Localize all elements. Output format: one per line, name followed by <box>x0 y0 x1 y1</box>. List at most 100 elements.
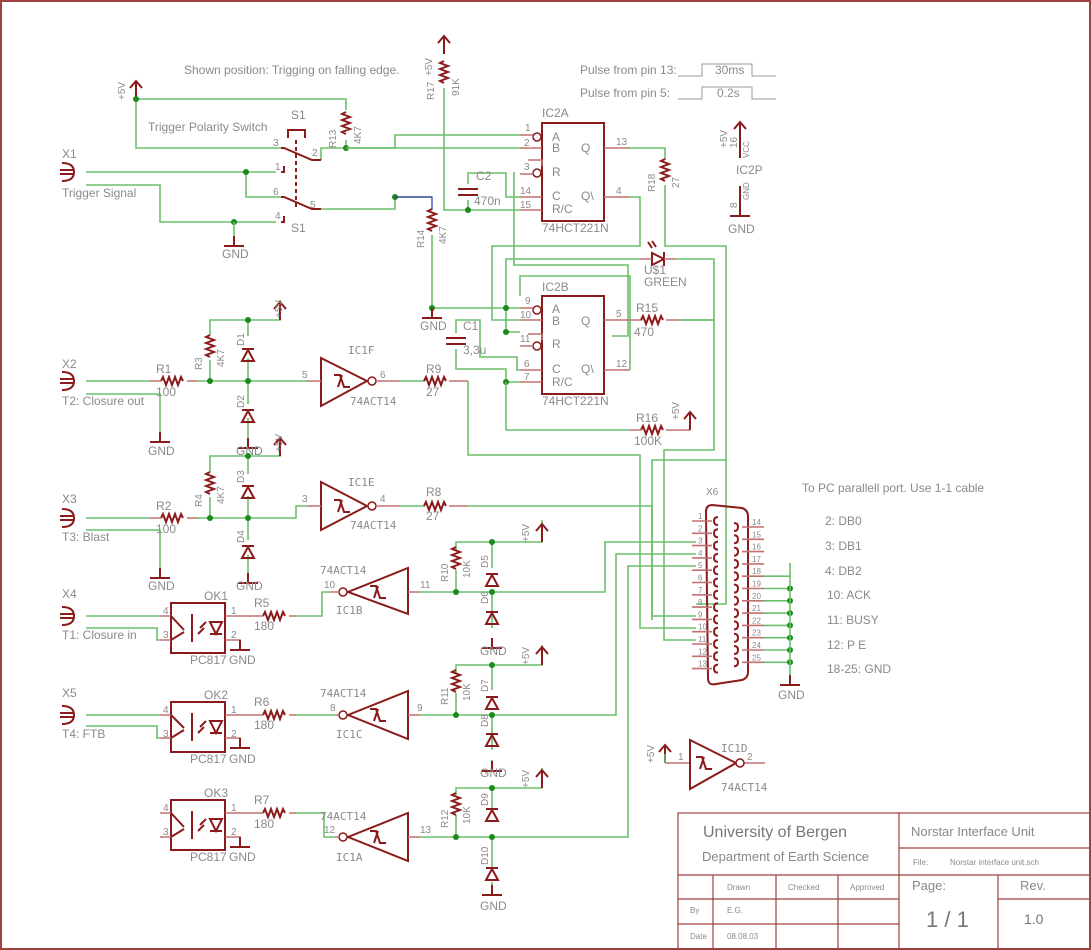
vcc-arrow-icon <box>535 769 549 789</box>
svg-text:10K: 10K <box>462 806 473 824</box>
svg-text:Page:: Page: <box>912 878 946 893</box>
svg-text:GND: GND <box>222 247 249 261</box>
svg-text:3,3u: 3,3u <box>463 343 486 357</box>
db25-pin: 6 <box>692 574 719 588</box>
db25-pin: 19 <box>733 580 793 594</box>
db25-pin-number: 5 <box>698 561 703 570</box>
svg-text:T1: Closure in: T1: Closure in <box>62 628 137 642</box>
svg-text:470n: 470n <box>474 194 501 208</box>
svg-text:1: 1 <box>231 606 237 617</box>
resistor-r12 <box>451 792 461 816</box>
resistor-r4 <box>205 471 215 495</box>
db25-pin-number: 16 <box>752 543 761 552</box>
inverter-ic1d: +5V 1 2 IC1D 74ACT14 <box>646 738 768 794</box>
svg-text:6: 6 <box>273 187 279 198</box>
svg-text:100: 100 <box>156 522 176 536</box>
db25-pin-number: 20 <box>752 592 761 601</box>
svg-text:12: 12 <box>324 825 336 836</box>
svg-text:1: 1 <box>275 162 281 173</box>
db25-pin: 7 <box>692 586 719 600</box>
svg-text:C: C <box>552 362 561 376</box>
db25-pin-number: 15 <box>752 530 761 539</box>
db25-pin-number: 14 <box>752 518 761 527</box>
svg-text:R11: R11 <box>440 687 451 705</box>
net-label: +5V <box>117 82 128 100</box>
optocoupler-ok1: OK1 PC817 GND 4 3 1 2 <box>160 589 256 667</box>
resistor-r10 <box>451 546 461 570</box>
gnd-icon <box>149 431 171 443</box>
resistor-r14 <box>427 208 437 232</box>
svg-text:R/C: R/C <box>552 375 573 389</box>
svg-text:R/C: R/C <box>552 202 573 216</box>
svg-text:10: 10 <box>324 580 336 591</box>
svg-text:Pulse from pin 5:: Pulse from pin 5: <box>580 86 670 100</box>
svg-text:R2: R2 <box>156 499 172 513</box>
svg-text:+5V: +5V <box>671 402 682 420</box>
pinmap-item: 4: DB2 <box>825 564 862 578</box>
db25-pin-number: 25 <box>752 653 761 662</box>
gnd-icon <box>421 307 443 319</box>
capacitor-c1: C1 3,3u <box>446 319 520 383</box>
db25-pin-number: 6 <box>698 574 703 583</box>
db25-pin-number: 4 <box>698 549 703 558</box>
schmitt-icon <box>369 830 387 844</box>
db25-pin: 23 <box>733 629 793 643</box>
svg-text:PC817: PC817 <box>190 752 227 766</box>
svg-text:X5: X5 <box>62 686 77 700</box>
note-shown-position: Shown position: Trigging on falling edge… <box>184 63 399 77</box>
db25-pin: 4 <box>692 549 719 563</box>
clamp-network-3: R12 10K D9 D10 +5V GND <box>420 565 696 913</box>
db25-pin-number: 23 <box>752 629 761 638</box>
pinmap-item: 18-25: GND <box>827 662 891 676</box>
svg-text:10: 10 <box>520 310 532 321</box>
svg-text:27: 27 <box>671 176 682 188</box>
db25-pin-number: 2 <box>698 524 703 533</box>
resistor-r16 <box>640 425 664 435</box>
svg-text:+5V: +5V <box>521 647 532 665</box>
svg-text:B: B <box>552 314 560 328</box>
vcc-arrow-icon <box>535 646 549 666</box>
svg-text:9: 9 <box>525 296 531 307</box>
db25-pin-number: 10 <box>698 623 707 632</box>
svg-text:R8: R8 <box>426 485 442 499</box>
ic2b-monostable: IC2B 74HCT221N A B R C R/C Q Q\ 9 10 11 … <box>520 280 630 408</box>
svg-text:27: 27 <box>426 509 440 523</box>
resistor-r3 <box>205 334 215 358</box>
db25-pin-number: 3 <box>698 537 703 546</box>
svg-text:T4: FTB: T4: FTB <box>62 727 105 741</box>
svg-text:8: 8 <box>729 202 740 208</box>
svg-text:Q\: Q\ <box>581 362 594 376</box>
svg-text:R18: R18 <box>647 173 658 192</box>
svg-text:D2: D2 <box>236 395 247 408</box>
page-number: 1 / 1 <box>926 907 969 932</box>
db25-pin-number: 17 <box>752 555 761 564</box>
clamp-network-1: R10 10K D5 D6 +5V GND <box>420 520 696 658</box>
gnd-icon <box>779 674 801 686</box>
svg-text:R12: R12 <box>440 809 451 828</box>
svg-text:3: 3 <box>163 729 169 740</box>
svg-text:GND: GND <box>229 653 256 667</box>
resistor-r13 <box>341 111 351 135</box>
svg-text:R5: R5 <box>254 596 270 610</box>
title-project: Norstar Interface Unit <box>911 824 1035 839</box>
db25-pin-number: 24 <box>752 641 761 650</box>
svg-text:X4: X4 <box>62 587 77 601</box>
svg-text:X6: X6 <box>706 487 719 498</box>
connector-x2 <box>59 371 75 391</box>
note-pc-port: To PC parallell port. Use 1-1 cable <box>802 481 984 495</box>
svg-text:9: 9 <box>417 703 423 714</box>
pinmap-list: 2: DB0 3: DB1 4: DB2 10: ACK 11: BUSY 12… <box>825 514 891 676</box>
pulse-5-note: Pulse from pin 5: 0.2s <box>580 86 776 100</box>
svg-text:180: 180 <box>254 619 274 633</box>
svg-text:2: 2 <box>747 752 753 763</box>
db25-pin: 1 <box>692 512 719 526</box>
svg-text:R10: R10 <box>440 563 451 582</box>
db25-pin-number: 1 <box>698 512 703 521</box>
svg-text:3: 3 <box>302 494 308 505</box>
gnd-icon <box>229 639 251 651</box>
svg-text:Date: Date <box>690 932 707 941</box>
schmitt-icon <box>695 756 713 770</box>
connector-x4 <box>59 606 75 626</box>
svg-text:OK1: OK1 <box>204 589 228 603</box>
resistor-r7 <box>262 808 286 818</box>
